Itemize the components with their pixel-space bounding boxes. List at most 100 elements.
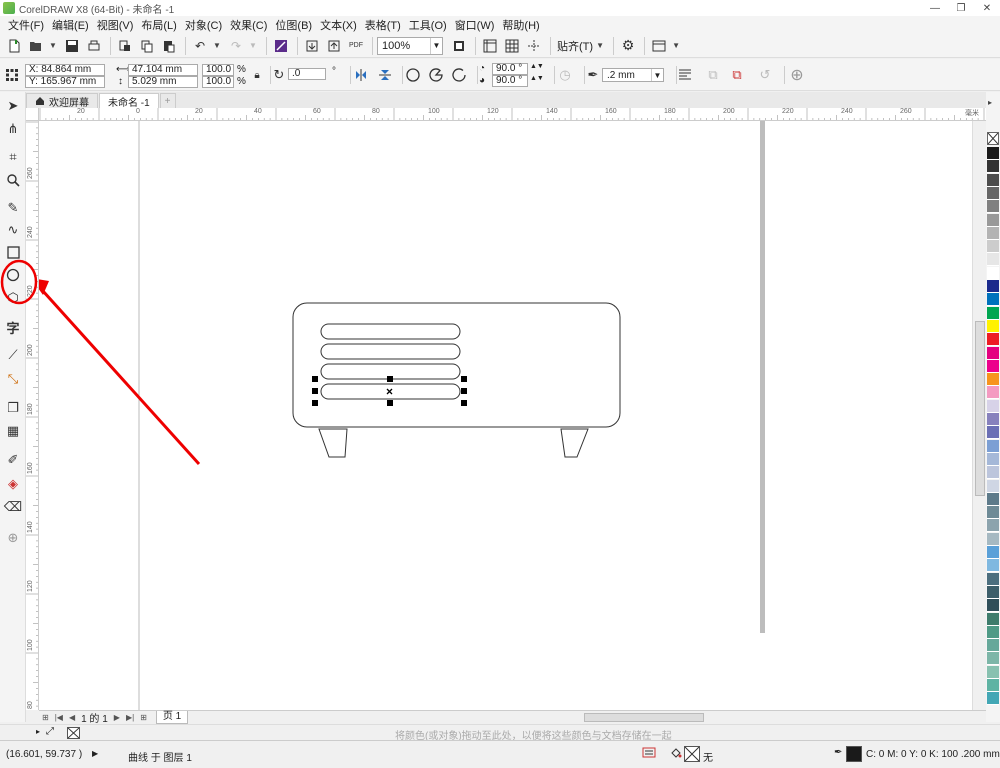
snap-to-label[interactable]: 贴齐(T): [557, 38, 593, 54]
color-swatch[interactable]: [987, 147, 999, 160]
vertical-scroll-thumb[interactable]: [975, 321, 985, 496]
color-swatch[interactable]: [987, 652, 999, 666]
arc-mode-icon[interactable]: [450, 66, 468, 84]
add-tool-icon[interactable]: ⊕: [3, 528, 23, 548]
export-icon[interactable]: [324, 36, 344, 56]
color-swatch[interactable]: [987, 506, 999, 520]
first-page-icon[interactable]: |◀: [55, 713, 63, 722]
color-swatch[interactable]: [987, 426, 999, 440]
zoom-level-combo[interactable]: 100% ▼: [377, 36, 443, 55]
color-swatch[interactable]: [987, 519, 999, 533]
menu-table[interactable]: 表格(T): [363, 17, 407, 33]
no-fill-swatch[interactable]: [67, 727, 80, 739]
redo-icon[interactable]: ↷: [226, 36, 246, 56]
color-swatch[interactable]: [987, 226, 999, 240]
parallel-dimension-icon[interactable]: ⟋: [3, 345, 23, 365]
color-swatch[interactable]: [987, 639, 999, 653]
artistic-media-icon[interactable]: ∿: [3, 220, 23, 240]
tab-document[interactable]: 未命名 -1: [99, 93, 159, 109]
search-content-icon[interactable]: [271, 36, 291, 56]
menu-text[interactable]: 文本(X): [318, 17, 363, 33]
horizontal-scroll-thumb[interactable]: [584, 713, 704, 722]
connector-tool-icon[interactable]: ⤡: [3, 369, 23, 389]
color-swatch[interactable]: [987, 293, 999, 307]
color-swatch[interactable]: [987, 559, 999, 573]
paste-icon[interactable]: [159, 36, 179, 56]
color-swatch[interactable]: [987, 200, 999, 214]
color-swatch[interactable]: [987, 319, 999, 333]
break-apart-icon[interactable]: ⧉: [728, 66, 746, 84]
text-tool-icon[interactable]: 字: [3, 317, 23, 337]
full-screen-icon[interactable]: [449, 36, 469, 56]
cut-icon[interactable]: [115, 36, 135, 56]
color-swatch[interactable]: [987, 373, 999, 387]
add-page-after-icon[interactable]: ⊞: [140, 713, 147, 722]
color-eyedropper-icon[interactable]: ✐: [3, 450, 23, 470]
menu-view[interactable]: 视图(V): [95, 17, 140, 33]
palette-scroll-up-icon[interactable]: ▸: [988, 98, 992, 107]
freehand-tool-icon[interactable]: ✎: [3, 198, 23, 218]
start-angle-field[interactable]: 90.0 °: [492, 63, 528, 75]
prev-page-icon[interactable]: ◀: [69, 713, 75, 722]
undo-icon[interactable]: ↶: [190, 36, 210, 56]
color-swatch[interactable]: [987, 240, 999, 254]
horizontal-ruler[interactable]: 20 0 20 40 60 80 100 120 140 160 180 200…: [39, 108, 986, 121]
ruler-origin[interactable]: [26, 108, 39, 121]
object-origin-icon[interactable]: [3, 66, 21, 84]
snap-dropdown-icon[interactable]: ▼: [595, 36, 605, 56]
color-swatch[interactable]: [987, 306, 999, 320]
color-swatch[interactable]: [987, 280, 999, 293]
height-field[interactable]: 5.029 mm: [128, 76, 198, 88]
color-swatch[interactable]: [987, 413, 999, 426]
vertical-ruler[interactable]: 260 240 220 200 180 160 140 120 100 80: [26, 121, 39, 710]
drop-shadow-icon[interactable]: ❐: [3, 398, 23, 418]
color-swatch[interactable]: [987, 692, 999, 706]
color-swatch[interactable]: [987, 346, 999, 360]
menu-bitmaps[interactable]: 位图(B): [273, 17, 318, 33]
status-expand-icon[interactable]: ▶: [92, 749, 98, 758]
color-proof-icon[interactable]: [642, 747, 656, 762]
new-document-icon[interactable]: [4, 36, 24, 56]
quick-customize-icon[interactable]: ↺: [756, 66, 774, 84]
pick-tool-icon[interactable]: ➤: [3, 96, 23, 116]
color-swatch[interactable]: [987, 679, 999, 692]
rotation-angle-field[interactable]: .0: [288, 68, 326, 80]
color-swatch[interactable]: [987, 546, 999, 559]
interactive-fill-icon[interactable]: ◈: [3, 474, 23, 494]
color-swatch[interactable]: [987, 452, 999, 466]
color-swatch[interactable]: [987, 625, 999, 639]
color-swatch[interactable]: [987, 253, 999, 267]
close-button[interactable]: ✕: [974, 0, 1000, 16]
copy-icon[interactable]: [137, 36, 157, 56]
lock-ratio-icon[interactable]: 🔒︎: [248, 66, 266, 84]
page-tab[interactable]: 页 1: [155, 711, 189, 724]
end-angle-spinner[interactable]: ▲▼: [530, 75, 544, 82]
menu-edit[interactable]: 编辑(E): [50, 17, 95, 33]
x-position-field[interactable]: X: 84.864 mm: [25, 64, 105, 76]
show-rulers-icon[interactable]: [480, 36, 500, 56]
color-swatch[interactable]: [987, 585, 999, 599]
menu-layout[interactable]: 布局(L): [139, 17, 182, 33]
color-swatch[interactable]: [987, 160, 999, 174]
scale-x-field[interactable]: 100.0: [202, 64, 234, 76]
no-color-swatch[interactable]: [987, 132, 999, 145]
color-swatch[interactable]: [987, 173, 999, 187]
launcher-dropdown-icon[interactable]: ▼: [671, 36, 681, 56]
restore-button[interactable]: ❐: [948, 0, 974, 16]
next-page-icon[interactable]: ▶: [114, 713, 120, 722]
color-swatch[interactable]: [987, 532, 999, 546]
color-swatch[interactable]: [987, 333, 999, 347]
mirror-vertical-icon[interactable]: [376, 66, 394, 84]
ellipse-mode-icon[interactable]: [404, 66, 422, 84]
pie-mode-icon[interactable]: [427, 66, 445, 84]
end-angle-field[interactable]: 90.0 °: [492, 75, 528, 87]
menu-file[interactable]: 文件(F): [6, 17, 50, 33]
color-swatch[interactable]: [987, 665, 999, 679]
save-icon[interactable]: [62, 36, 82, 56]
outline-width-combo[interactable]: .2 mm ▼: [602, 68, 664, 82]
color-swatch[interactable]: [987, 359, 999, 373]
last-page-icon[interactable]: ▶|: [126, 713, 134, 722]
width-field[interactable]: 47.104 mm: [128, 64, 198, 76]
mirror-horizontal-icon[interactable]: [352, 66, 370, 84]
open-folder-icon[interactable]: [26, 36, 46, 56]
